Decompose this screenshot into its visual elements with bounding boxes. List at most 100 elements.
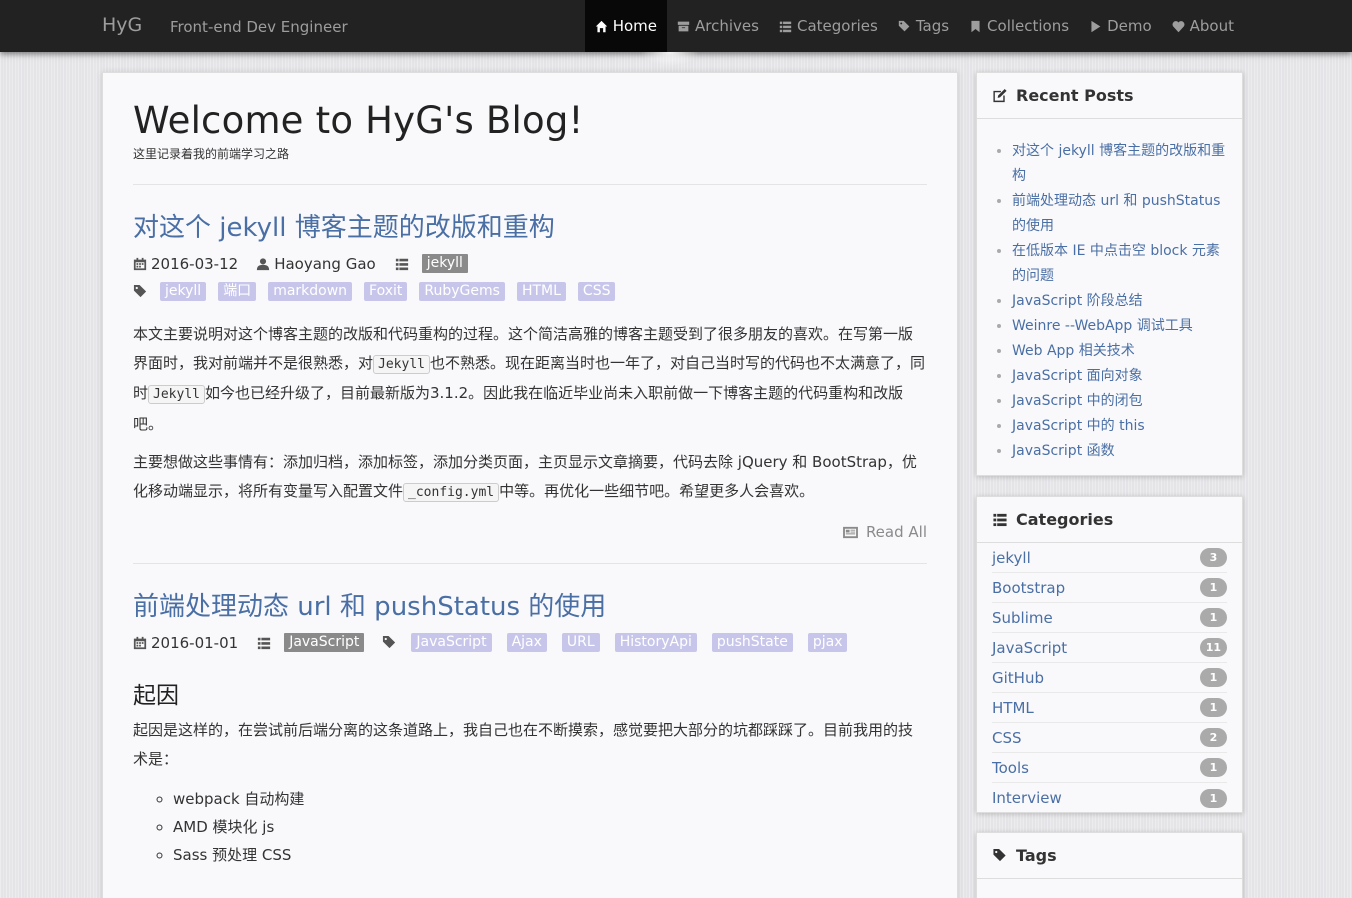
list-item: JavaScript 阶段总结 xyxy=(1012,289,1232,314)
nav-tags-label: Tags xyxy=(915,17,950,35)
nav-archives[interactable]: Archives xyxy=(667,0,769,52)
post-meta: 2016-01-01 JavaScript JavaScript Ajax UR… xyxy=(133,633,927,652)
page-title: Welcome to HyG's Blog! xyxy=(133,99,584,142)
category-item[interactable]: CSS 2 xyxy=(992,723,1227,753)
divider xyxy=(133,563,927,564)
heart-icon xyxy=(1172,20,1185,32)
categories-header: Categories xyxy=(977,497,1242,543)
archive-icon xyxy=(677,21,690,31)
nav-collections[interactable]: Collections xyxy=(959,0,1079,52)
category-item[interactable]: HTML 1 xyxy=(992,693,1227,723)
category-count-badge: 2 xyxy=(1200,728,1227,747)
play-icon xyxy=(1091,20,1101,32)
tags-title: Tags xyxy=(1016,846,1057,865)
tag-pjax[interactable]: pjax xyxy=(807,633,848,652)
categories-title: Categories xyxy=(1016,510,1114,529)
tag-css[interactable]: CSS xyxy=(577,282,616,301)
divider xyxy=(133,184,927,185)
category-name: Sublime xyxy=(992,608,1053,627)
nav-home[interactable]: Home xyxy=(584,0,668,52)
categories-panel: Categories jekyll 3 Bootstrap 1 Sublime 1 J… xyxy=(976,496,1243,813)
recent-posts-title: Recent Posts xyxy=(1016,86,1134,105)
tag-historyapi[interactable]: HistoryApi xyxy=(614,633,697,652)
category-count-badge: 1 xyxy=(1200,668,1227,687)
category-item[interactable]: Interview 1 xyxy=(992,783,1227,813)
inline-code: Jekyll xyxy=(148,385,205,404)
inline-code: _config.yml xyxy=(403,482,500,502)
category-count-badge: 1 xyxy=(1200,788,1227,808)
tag-url[interactable]: URL xyxy=(561,633,600,652)
recent-post-link[interactable]: JavaScript 中的闭包 xyxy=(1012,393,1143,409)
nav-categories[interactable]: Categories xyxy=(769,0,888,52)
brand-logo[interactable]: HyG xyxy=(102,14,142,36)
recent-posts-list: 对这个 jekyll 博客主题的改版和重构 前端处理动态 url 和 pushS… xyxy=(977,119,1242,464)
recent-posts-panel: Recent Posts 对这个 jekyll 博客主题的改版和重构 前端处理动… xyxy=(976,72,1243,476)
post-date: 2016-01-01 xyxy=(151,633,239,652)
tags-icon xyxy=(383,635,396,649)
recent-post-link[interactable]: 前端处理动态 url 和 pushStatus 的使用 xyxy=(1012,193,1220,234)
nav-home-label: Home xyxy=(612,17,658,35)
list-item: JavaScript 中的 this xyxy=(1012,414,1232,439)
calendar-icon xyxy=(133,636,147,649)
tags-icon xyxy=(133,284,147,298)
list-item: JavaScript 面向对象 xyxy=(1012,364,1232,389)
category-item[interactable]: Bootstrap 1 xyxy=(992,573,1227,603)
tech-list: webpack 自动构建 AMD 模块化 js Sass 预处理 CSS xyxy=(133,785,927,869)
inline-code: Jekyll xyxy=(373,354,430,374)
main-nav: Home Archives Categories Tags Collection… xyxy=(584,0,1244,52)
category-item[interactable]: JavaScript 11 xyxy=(992,633,1227,663)
tag-foxit[interactable]: Foxit xyxy=(364,282,408,301)
category-name: HTML xyxy=(992,698,1034,717)
recent-post-link[interactable]: 在低版本 IE 中点击空 block 元素的问题 xyxy=(1012,243,1220,284)
nav-tags[interactable]: Tags xyxy=(888,0,959,52)
read-all-link[interactable]: Read All xyxy=(133,523,927,541)
tag-jekyll[interactable]: jekyll xyxy=(160,282,207,301)
tag-html[interactable]: HTML xyxy=(516,282,566,301)
category-name: JavaScript xyxy=(992,638,1068,657)
tag-markdown[interactable]: markdown xyxy=(268,282,353,301)
post-meta: 2016-03-12 Haoyang Gao jekyll xyxy=(133,254,927,273)
tag-javascript[interactable]: JavaScript xyxy=(411,633,492,652)
recent-posts-header: Recent Posts xyxy=(977,73,1242,119)
recent-post-link[interactable]: JavaScript 面向对象 xyxy=(1012,368,1143,384)
newspaper-icon xyxy=(843,526,858,538)
category-item[interactable]: jekyll 3 xyxy=(992,543,1227,573)
category-item[interactable]: Tools 1 xyxy=(992,753,1227,783)
tags-panel: Tags xyxy=(976,832,1243,898)
category-name: Tools xyxy=(992,758,1029,777)
recent-post-link[interactable]: JavaScript 中的 this xyxy=(1012,418,1145,434)
recent-post-link[interactable]: JavaScript 函数 xyxy=(1012,443,1115,459)
site-tagline: Front-end Dev Engineer xyxy=(170,18,348,36)
recent-post-link[interactable]: JavaScript 阶段总结 xyxy=(1012,293,1143,309)
post-category[interactable]: jekyll xyxy=(421,254,468,273)
bookmark-icon xyxy=(971,20,980,32)
category-name: GitHub xyxy=(992,668,1044,687)
category-count-badge: 1 xyxy=(1200,578,1227,597)
post-category[interactable]: JavaScript xyxy=(284,633,365,652)
categories-list: jekyll 3 Bootstrap 1 Sublime 1 JavaScript 11… xyxy=(977,543,1242,813)
recent-post-link[interactable]: Web App 相关技术 xyxy=(1012,343,1135,359)
category-name: jekyll xyxy=(992,548,1031,567)
nav-about[interactable]: About xyxy=(1162,0,1244,52)
post-item: 对这个 jekyll 博客主题的改版和重构 2016-03-12 Haoyang… xyxy=(133,211,927,541)
tag-port[interactable]: 端口 xyxy=(218,282,257,301)
recent-post-link[interactable]: 对这个 jekyll 博客主题的改版和重构 xyxy=(1012,143,1225,184)
list-item: Weinre --WebApp 调试工具 xyxy=(1012,314,1232,339)
post-date: 2016-03-12 xyxy=(151,254,239,273)
post-tags: jekyll 端口 markdown Foxit RubyGems HTML C… xyxy=(133,282,927,301)
nav-categories-label: Categories xyxy=(796,17,878,35)
recent-post-link[interactable]: Weinre --WebApp 调试工具 xyxy=(1012,318,1193,334)
tag-rubygems[interactable]: RubyGems xyxy=(419,282,505,301)
post-excerpt-paragraph: 主要想做这些事情有：添加归档，添加标签，添加分类页面，主页显示文章摘要，代码去除… xyxy=(133,453,917,502)
list-icon xyxy=(993,513,1007,527)
category-item[interactable]: Sublime 1 xyxy=(992,603,1227,633)
read-all-label: Read All xyxy=(865,523,927,541)
nav-demo[interactable]: Demo xyxy=(1079,0,1162,52)
post-title[interactable]: 前端处理动态 url 和 pushStatus 的使用 xyxy=(133,590,927,624)
tag-ajax[interactable]: Ajax xyxy=(506,633,547,652)
list-item: webpack 自动构建 xyxy=(173,785,927,813)
category-item[interactable]: GitHub 1 xyxy=(992,663,1227,693)
post-title[interactable]: 对这个 jekyll 博客主题的改版和重构 xyxy=(133,211,927,245)
tag-pushstate[interactable]: pushState xyxy=(711,633,793,652)
list-item: 对这个 jekyll 博客主题的改版和重构 xyxy=(1012,139,1232,189)
